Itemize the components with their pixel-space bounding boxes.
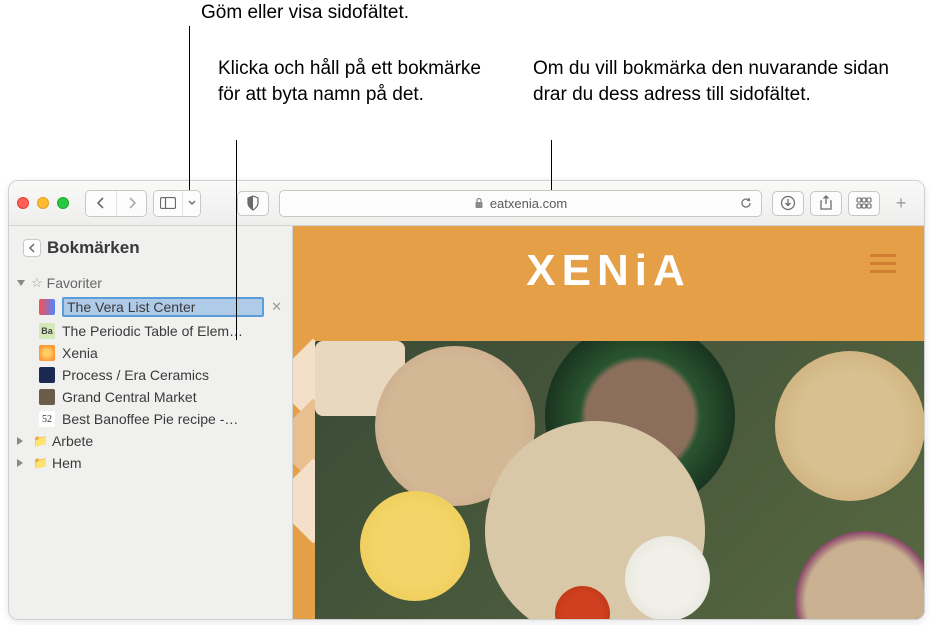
bookmark-item[interactable]: Grand Central Market (9, 386, 292, 408)
bookmark-folder[interactable]: 📁 Hem (9, 452, 292, 474)
site-logo: XENiA (526, 246, 690, 296)
favicon-icon (39, 389, 55, 405)
sidebar-menu-button[interactable] (182, 191, 200, 216)
favicon-icon (39, 345, 55, 361)
fullscreen-window-button[interactable] (57, 197, 69, 209)
favicon-icon (39, 367, 55, 383)
page-content: XENiA (293, 226, 924, 619)
toolbar-right (772, 191, 880, 216)
nav-back-forward (85, 190, 147, 217)
chevron-left-icon (96, 197, 106, 209)
bookmark-label: Process / Era Ceramics (62, 367, 286, 383)
chevron-down-icon (188, 200, 196, 206)
chevron-left-icon (28, 243, 36, 253)
privacy-report-button[interactable] (237, 191, 269, 216)
callout-line-right (551, 140, 552, 190)
sidebar-header: Bokmärken (9, 226, 292, 268)
callout-line-top (189, 26, 190, 190)
hero-image (315, 341, 924, 619)
share-button[interactable] (810, 191, 842, 216)
safari-window: eatxenia.com (8, 180, 925, 620)
window-controls (17, 197, 69, 209)
bookmark-item[interactable]: Process / Era Ceramics (9, 364, 292, 386)
menu-button[interactable] (870, 254, 896, 273)
new-tab-button[interactable]: + (886, 191, 916, 216)
plus-icon: + (896, 193, 907, 214)
address-bar[interactable]: eatxenia.com (279, 190, 762, 217)
food-plate (625, 536, 710, 619)
folder-label: Hem (52, 455, 82, 471)
bookmark-label: Best Banoffee Pie recipe -… (62, 411, 286, 427)
hamburger-icon (870, 254, 896, 257)
food-plate (360, 491, 470, 601)
folder-icon: 📁 (33, 456, 48, 470)
favicon-icon: 52 (39, 411, 55, 427)
folder-label: Arbete (52, 433, 93, 449)
favorites-label: Favoriter (47, 275, 102, 291)
food-plate (795, 531, 924, 619)
downloads-button[interactable] (772, 191, 804, 216)
bookmarks-list: ☆ Favoriter The Vera List Center ✕ Ba Th… (9, 268, 292, 619)
callout-line-left (236, 140, 237, 340)
reload-icon[interactable] (739, 196, 753, 210)
url-text: eatxenia.com (490, 196, 567, 211)
lock-icon (474, 197, 484, 209)
disclosure-triangle-icon (17, 280, 25, 286)
favicon-icon: Ba (39, 323, 55, 339)
callout-top: Göm eller visa sidofältet. (201, 0, 409, 26)
sidebar-toggle-button[interactable] (154, 191, 182, 216)
share-icon (819, 195, 833, 211)
callout-right: Om du vill bokmärka den nuvarande sidan … (533, 56, 903, 107)
folder-icon: 📁 (33, 434, 48, 448)
bookmark-label: Grand Central Market (62, 389, 286, 405)
bookmark-item[interactable]: Xenia (9, 342, 292, 364)
bookmark-item[interactable]: Ba The Periodic Table of Elem… (9, 320, 292, 342)
sidebar-icon (160, 197, 176, 209)
tabs-button[interactable] (848, 191, 880, 216)
clear-edit-icon[interactable]: ✕ (271, 299, 282, 315)
callout-left: Klicka och håll på ett bokmärke för att … (218, 56, 508, 107)
minimize-window-button[interactable] (37, 197, 49, 209)
window-body: Bokmärken ☆ Favoriter The Vera List Cent… (9, 226, 924, 619)
favorites-group[interactable]: ☆ Favoriter (9, 272, 292, 294)
hamburger-icon (870, 270, 896, 273)
sidebar-toggle-group (153, 190, 201, 217)
bookmark-label: The Periodic Table of Elem… (62, 323, 286, 339)
bookmark-item[interactable]: 52 Best Banoffee Pie recipe -… (9, 408, 292, 430)
bookmark-label-editing[interactable]: The Vera List Center (62, 297, 264, 317)
toolbar: eatxenia.com (9, 181, 924, 226)
download-icon (780, 195, 796, 211)
favicon-icon (39, 299, 55, 315)
tabs-icon (856, 197, 872, 209)
back-button[interactable] (86, 191, 116, 216)
forward-button[interactable] (116, 191, 146, 216)
sidebar-back-button[interactable] (23, 239, 41, 257)
bookmark-folder[interactable]: 📁 Arbete (9, 430, 292, 452)
hamburger-icon (870, 262, 896, 265)
disclosure-triangle-icon (17, 459, 27, 467)
close-window-button[interactable] (17, 197, 29, 209)
sidebar-title: Bokmärken (47, 238, 140, 258)
star-icon: ☆ (31, 275, 43, 291)
bookmark-item[interactable]: The Vera List Center ✕ (9, 294, 292, 320)
shield-icon (246, 195, 260, 211)
bookmark-label: Xenia (62, 345, 286, 361)
disclosure-triangle-icon (17, 437, 27, 445)
chevron-right-icon (127, 197, 137, 209)
sidebar: Bokmärken ☆ Favoriter The Vera List Cent… (9, 226, 293, 619)
food-plate (775, 351, 924, 501)
